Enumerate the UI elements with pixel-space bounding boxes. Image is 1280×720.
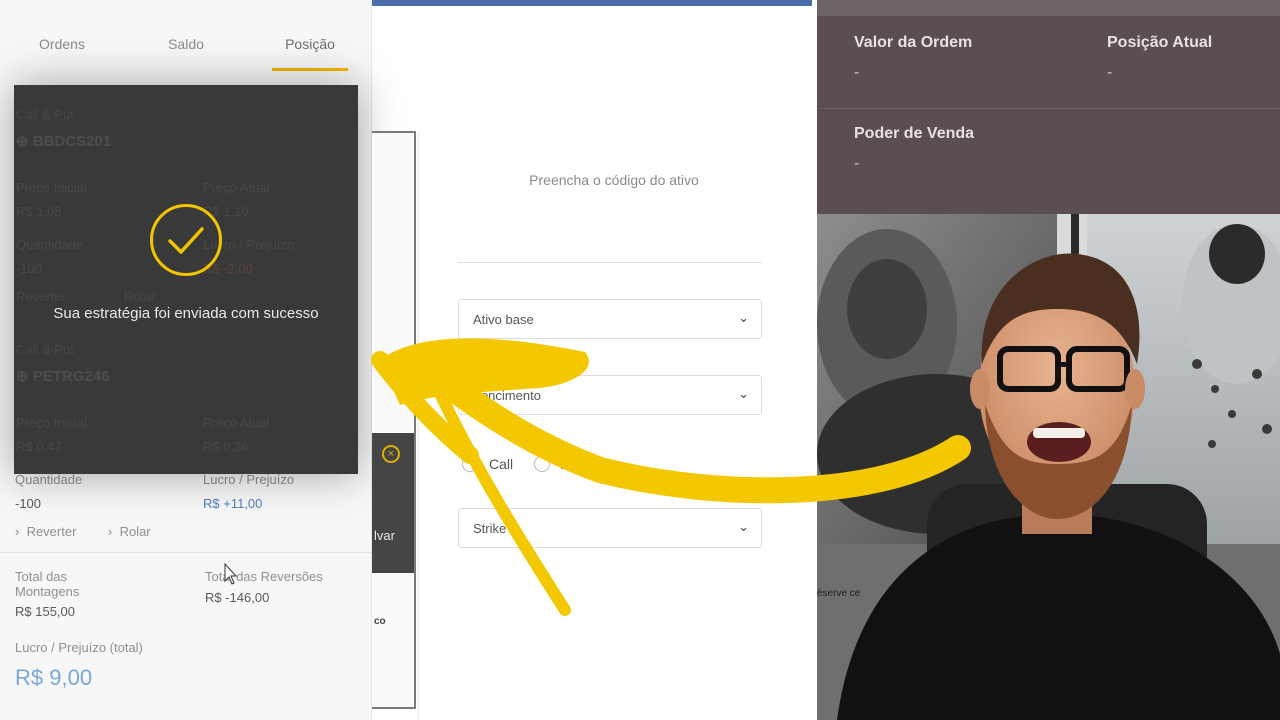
position-code: ⊕ BBDCS201 <box>16 133 112 150</box>
close-icon[interactable]: × <box>382 445 400 463</box>
order-info-panel: Valor da Ordem - Posição Atual - Poder d… <box>817 0 1280 214</box>
rolar-label: Rolar <box>119 524 151 539</box>
lucro-label: Lucro / Prejuízo <box>203 472 295 487</box>
rolar-link: Rolar <box>124 289 156 304</box>
chevron-down-icon: ⌄ <box>738 310 749 325</box>
radio-call[interactable] <box>462 456 478 472</box>
form-divider <box>458 262 762 263</box>
tab-saldo[interactable]: Saldo <box>124 24 248 72</box>
vencimento-select[interactable]: Vencimento ⌄ <box>458 375 762 415</box>
preco-inicial-label: Preço Inicial <box>16 180 87 195</box>
ativo-base-select[interactable]: Ativo base ⌄ <box>458 299 762 339</box>
position-type: Call & Put <box>16 342 74 357</box>
posicao-atual-value: - <box>1107 64 1113 81</box>
success-check-icon <box>150 204 222 276</box>
presenter-video <box>817 214 1280 720</box>
ativo-base-label: Ativo base <box>473 312 534 327</box>
reverter-link[interactable]: › Reverter <box>15 524 76 539</box>
truncated-text: co <box>374 616 386 627</box>
position-type: Call & Put <box>16 107 74 122</box>
asset-code-hint: Preencha o código do ativo <box>529 172 699 188</box>
info-strip <box>817 0 1280 16</box>
preco-inicial-value: R$ 1,08 <box>16 204 62 219</box>
rolar-link[interactable]: › Rolar <box>108 524 151 539</box>
posicao-atual-label: Posição Atual <box>1107 34 1213 51</box>
success-modal: Call & Put ⊕ BBDCS201 Preço Inicial R$ 1… <box>14 85 358 474</box>
video-caption-fragment: éserve ce <box>817 588 861 599</box>
radio-put[interactable] <box>534 456 550 472</box>
radio-put-label: Put <box>560 456 582 472</box>
quantidade-value: -100 <box>16 261 43 276</box>
order-form-card <box>418 131 810 720</box>
valor-ordem-value: - <box>854 64 860 81</box>
reverter-link: Reverter <box>16 289 66 304</box>
tab-posicao[interactable]: Posição <box>248 24 372 72</box>
chevron-down-icon: ⌄ <box>738 519 749 534</box>
preco-atual-label: Preço Atual <box>203 180 270 195</box>
success-message: Sua estratégia foi enviada com sucesso <box>53 305 319 322</box>
reverter-label: Reverter <box>26 524 77 539</box>
panel-tabs: Ordens Saldo Posição <box>0 24 372 72</box>
position-code-text: PETRG246 <box>32 368 110 385</box>
lucro-value: R$ +11,00 <box>203 496 263 511</box>
divider <box>0 552 372 553</box>
total-montagens-label: Total das Montagens <box>15 569 79 599</box>
poder-venda-value: - <box>854 155 860 172</box>
lucro-total-value: R$ 9,00 <box>15 665 93 690</box>
save-button[interactable]: lvar <box>374 528 395 543</box>
total-montagens-label-line2: Montagens <box>15 584 80 599</box>
vencimento-label: Vencimento <box>473 388 541 403</box>
tab-ordens[interactable]: Ordens <box>0 24 124 72</box>
mouse-cursor-icon <box>224 563 238 585</box>
info-divider <box>817 108 1280 109</box>
valor-ordem-label: Valor da Ordem <box>854 34 973 51</box>
radio-call-label: Call <box>489 456 514 472</box>
preco-atual-label: Preço Atual <box>203 415 270 430</box>
quantidade-label: Quantidade <box>16 237 84 252</box>
total-reversoes-label: Total das Reversões <box>205 569 323 584</box>
total-reversoes-value: R$ -146,00 <box>205 590 270 605</box>
strike-select[interactable]: Strike ⌄ <box>458 508 762 548</box>
lucro-total-label: Lucro / Prejuízo (total) <box>15 640 143 655</box>
chevron-down-icon: ⌄ <box>738 386 749 401</box>
preco-atual-value: R$ 0,36 <box>203 439 249 454</box>
checkmark-icon <box>168 227 204 254</box>
screen: Ordens Saldo Posição Quantidade -100 Luc… <box>0 0 1280 720</box>
quantidade-label: Quantidade <box>15 472 83 487</box>
total-montagens-value: R$ 155,00 <box>15 604 75 619</box>
total-montagens-label-line1: Total das <box>15 569 68 584</box>
preco-inicial-value: R$ 0,47 <box>16 439 62 454</box>
position-code: ⊕ PETRG246 <box>16 368 110 385</box>
presenter-image <box>817 214 1280 720</box>
quantidade-value: -100 <box>15 496 42 511</box>
strike-label: Strike <box>473 521 507 536</box>
preco-inicial-label: Preço Inicial <box>16 415 87 430</box>
position-code-text: BBDCS201 <box>32 133 112 150</box>
poder-venda-label: Poder de Venda <box>854 125 975 142</box>
